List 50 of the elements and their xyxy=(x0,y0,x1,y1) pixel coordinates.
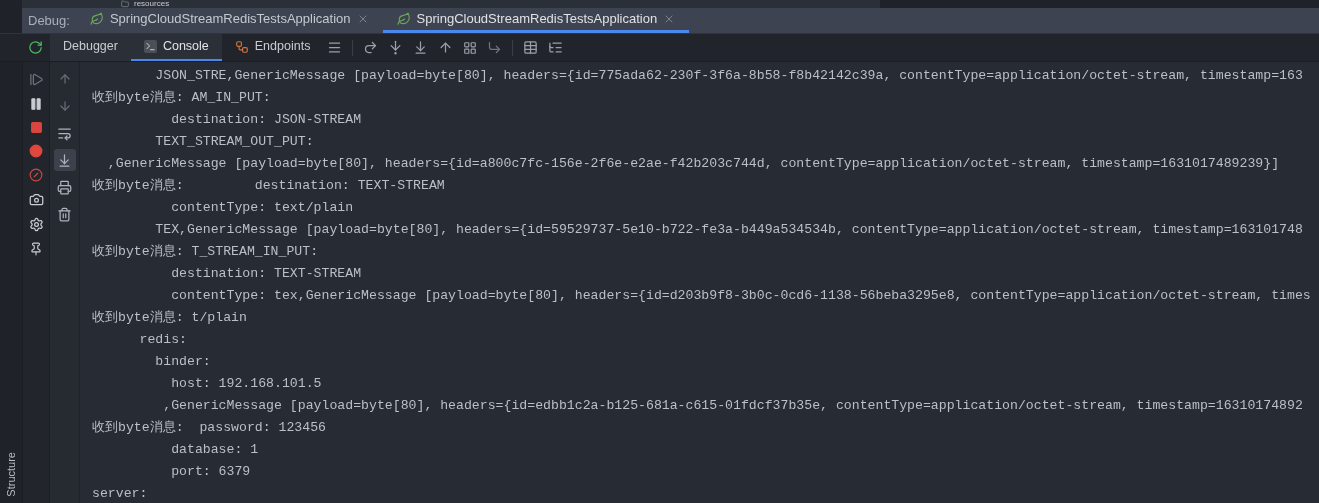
console-line: TEX,GenericMessage [payload=byte[80], headers={id=59529737-5e10-b722-fe3a-b449a534534b, contentType=application/octet-stream, timestamp=163101748 xyxy=(154,221,1303,239)
toolbar-tab[interactable]: Console xyxy=(130,34,222,61)
tab-title: SpringCloudStreamRedisTestsApplication xyxy=(109,10,351,29)
table-icon[interactable] xyxy=(523,40,539,55)
console-line: destination: JSON-STREAM xyxy=(170,111,362,129)
console-line: contentType: text/plain xyxy=(170,199,354,217)
camera-icon[interactable] xyxy=(28,192,44,207)
breakpoints-icon[interactable] xyxy=(29,144,43,158)
debug-label: Debug: xyxy=(27,11,71,30)
structure-side-tab[interactable]: Structure xyxy=(2,452,20,497)
console-line: contentType: tex,GenericMessage [payload=byte[80], headers={id=d203b9f8-3b0c-0cd6-1138-56beba3295e8, contentType=application/octet-stream, times xyxy=(170,287,1311,305)
tab-label: Debugger xyxy=(63,38,118,56)
resume-icon[interactable] xyxy=(28,72,44,87)
console-line: JSON_STRE,GenericMessage [payload=byte[80], headers={id=775ada62-230f-3f6a-8b58-f8b42142c39a, contentType=application/octet-stream, timestamp=163 xyxy=(154,67,1303,85)
pause-icon[interactable] xyxy=(29,97,43,111)
toolbar-tab[interactable]: Debugger xyxy=(50,34,131,61)
tab-label: Console xyxy=(162,38,209,56)
spring-leaf-icon xyxy=(89,12,104,26)
console-line: binder: xyxy=(154,353,211,371)
stop-icon[interactable] xyxy=(29,121,43,134)
console-line: 收到byte消息: T_STREAM_IN_PUT: xyxy=(92,243,319,261)
console-line: ,GenericMessage [payload=byte[80], headers={id=a800c7fc-156e-2f6e-e2ae-f42b203c744d, contentType=application/octet-stream, timestamp=1631017489239}] xyxy=(106,155,1280,173)
console-line: redis: xyxy=(138,331,187,349)
menu-icon[interactable] xyxy=(327,40,343,55)
rerun-icon[interactable] xyxy=(28,40,43,55)
console-line: host: 192.168.101.5 xyxy=(170,375,322,393)
endpoints-icon xyxy=(234,39,249,54)
step-out-icon[interactable] xyxy=(438,40,454,55)
terminal-icon xyxy=(143,40,157,53)
console-line: database: 1 xyxy=(170,441,259,459)
console-line: destination: TEXT-STREAM xyxy=(170,265,362,283)
tab-title: SpringCloudStreamRedisTestsApplication xyxy=(416,10,658,29)
console-line: port: 6379 xyxy=(170,463,251,481)
mute-breakpoints-icon[interactable] xyxy=(29,168,43,182)
console-line: 收到byte消息: destination: TEXT-STREAM xyxy=(92,177,445,195)
console-line: server: xyxy=(92,485,148,503)
tree-item[interactable]: resources xyxy=(134,0,170,8)
console-line: 收到byte消息: password: 123456 xyxy=(92,419,327,437)
spring-leaf-icon xyxy=(396,12,411,26)
settings-icon[interactable] xyxy=(28,217,44,232)
toolbar-tab[interactable]: Endpoints xyxy=(221,34,324,61)
console-line: 收到byte消息: AM_IN_PUT: xyxy=(92,89,271,107)
folder-icon xyxy=(120,0,130,8)
console-line: ,GenericMessage [payload=byte[80], headers={id=edbb1c2a-b125-681a-c615-01fdcf37b35e, contentType=application/octet-stream, timestamp=16310174892 xyxy=(162,397,1303,415)
pin-icon[interactable] xyxy=(29,242,43,256)
tab-label: Endpoints xyxy=(254,38,311,56)
console-line: 收到byte消息: t/plain xyxy=(92,309,247,327)
console-line: TEXT_STREAM_OUT_PUT: xyxy=(154,133,314,151)
run-tab[interactable]: SpringCloudStreamRedisTestsApplication xyxy=(75,8,383,33)
step-over-icon[interactable] xyxy=(363,40,379,55)
